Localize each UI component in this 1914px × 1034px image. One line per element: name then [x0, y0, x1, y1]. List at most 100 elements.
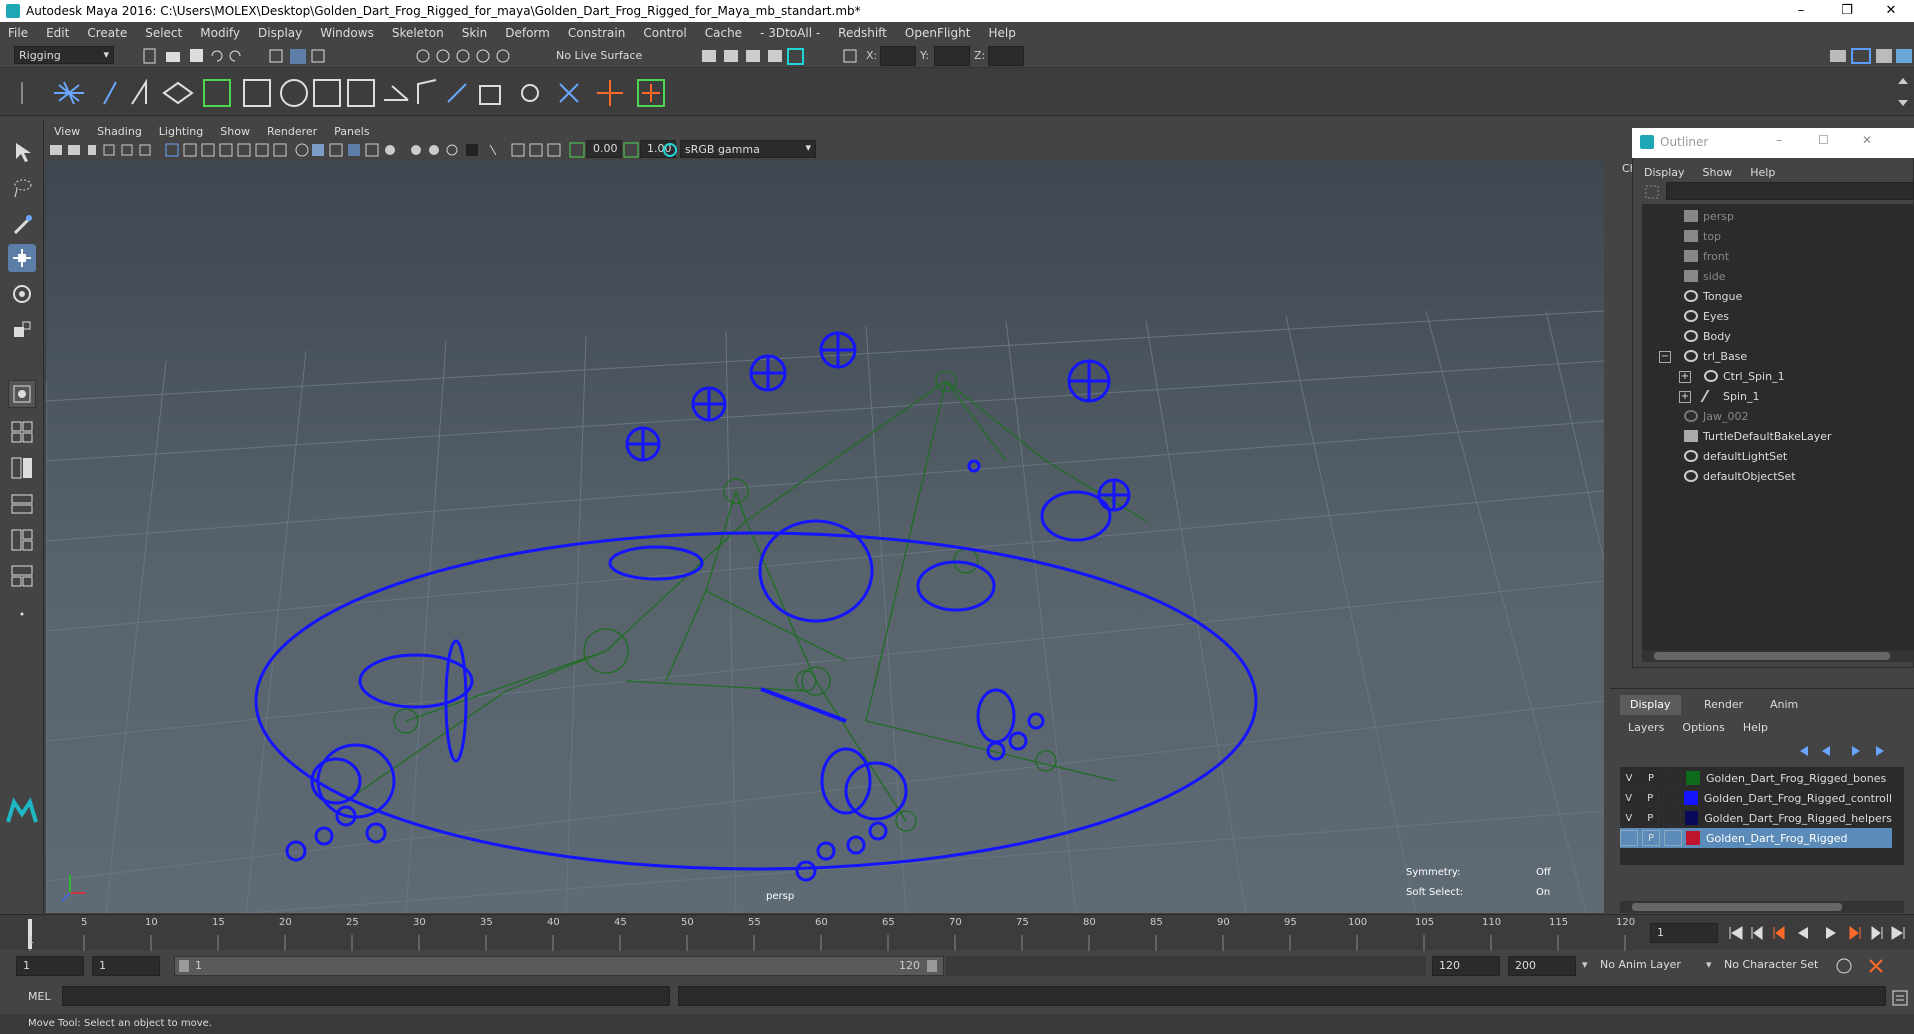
live-surface-label[interactable]: No Live Surface [556, 49, 642, 62]
outliner-horizontal-scrollbar[interactable] [1642, 650, 1914, 662]
layer-action-icons[interactable] [1796, 743, 1896, 759]
outliner-menu-show[interactable]: Show [1703, 166, 1733, 179]
layer-menu-layers[interactable]: Layers [1628, 721, 1664, 734]
outliner-menu-help[interactable]: Help [1750, 166, 1775, 179]
outliner-item-side[interactable]: side [1684, 267, 1726, 285]
scrollbar-thumb[interactable] [1632, 903, 1842, 911]
select-tool-button[interactable] [8, 138, 36, 166]
layer-color-swatch[interactable] [1684, 811, 1699, 825]
outliner-item-ctrl-spin-1[interactable]: Ctrl_Spin_1 [1704, 367, 1785, 385]
time-slider[interactable]: 1 5 10 15 20 25 30 35 40 45 50 55 60 65 … [0, 914, 1914, 951]
auto-key-icons[interactable] [1834, 956, 1910, 976]
outliner-close-button[interactable]: ✕ [1862, 133, 1872, 147]
menu-control[interactable]: Control [643, 26, 686, 40]
menu-create[interactable]: Create [87, 26, 127, 40]
playback-start-field[interactable]: 1 [92, 956, 160, 976]
outliner-item-eyes[interactable]: Eyes [1684, 307, 1729, 325]
y-field[interactable] [934, 46, 970, 66]
script-editor-icon[interactable] [1890, 988, 1910, 1008]
expand-toggle-icon[interactable]: + [1679, 391, 1691, 403]
workspace-icons[interactable] [1828, 46, 1914, 66]
panel-menu-renderer[interactable]: Renderer [267, 125, 317, 138]
current-frame-field[interactable]: 1 [1650, 923, 1718, 943]
lasso-tool-button[interactable] [8, 174, 36, 202]
tab-anim[interactable]: Anim [1760, 695, 1808, 715]
menu-skin[interactable]: Skin [462, 26, 488, 40]
menu-redshift[interactable]: Redshift [838, 26, 887, 40]
range-handle-right[interactable] [927, 960, 937, 972]
command-input[interactable] [62, 986, 670, 1006]
menu-3dtoall[interactable]: - 3DtoAll - [760, 26, 820, 40]
range-handle-left[interactable] [179, 960, 189, 972]
menu-windows[interactable]: Windows [320, 26, 374, 40]
playback-toggle[interactable]: P [1641, 810, 1660, 826]
layout-graph-button[interactable] [8, 526, 36, 554]
animation-end-field[interactable]: 200 [1508, 956, 1576, 976]
outliner-item-front[interactable]: front [1684, 247, 1729, 265]
display-type-toggle[interactable] [1663, 810, 1681, 826]
panel-menu-view[interactable]: View [54, 125, 80, 138]
outliner-item-turtle-bake-layer[interactable]: TurtleDefaultBakeLayer [1684, 427, 1832, 445]
outliner-filter-toggle[interactable] [1642, 182, 1664, 202]
menu-deform[interactable]: Deform [505, 26, 550, 40]
rigging-shelf-icons[interactable] [14, 76, 694, 110]
scrollbar-thumb[interactable] [1654, 652, 1890, 660]
z-field[interactable] [988, 46, 1024, 66]
menu-modify[interactable]: Modify [200, 26, 240, 40]
perspective-viewport[interactable]: persp Symmetry: Off Soft Select: On [46, 161, 1604, 913]
playback-end-field[interactable]: 120 [1432, 956, 1500, 976]
expand-toggle-icon[interactable]: + [1679, 371, 1691, 383]
menu-cache[interactable]: Cache [705, 26, 742, 40]
animation-start-field[interactable]: 1 [16, 956, 84, 976]
close-button[interactable]: ✕ [1868, 0, 1914, 22]
menu-edit[interactable]: Edit [46, 26, 69, 40]
shelf-scroll-icon[interactable] [1896, 74, 1910, 110]
layer-menu-options[interactable]: Options [1682, 721, 1724, 734]
panel-menu-panels[interactable]: Panels [334, 125, 369, 138]
menu-openflight[interactable]: OpenFlight [905, 26, 971, 40]
outliner-item-spin-1[interactable]: Spin_1 [1700, 387, 1760, 405]
outliner-item-jaw-002[interactable]: Jaw_002 [1684, 407, 1748, 425]
outliner-item-default-object-set[interactable]: defaultObjectSet [1684, 467, 1796, 485]
maximize-button[interactable]: ❐ [1824, 0, 1870, 22]
layer-color-swatch[interactable] [1686, 771, 1700, 785]
panel-menu-show[interactable]: Show [220, 125, 250, 138]
menu-constrain[interactable]: Constrain [568, 26, 626, 40]
visibility-toggle[interactable]: V [1620, 810, 1638, 826]
layer-color-swatch[interactable] [1684, 791, 1698, 805]
script-type-label[interactable]: MEL [28, 990, 51, 1003]
visibility-toggle[interactable] [1620, 830, 1638, 846]
visibility-toggle[interactable]: V [1620, 790, 1638, 806]
transform-input-icon[interactable] [842, 48, 858, 64]
playback-toggle[interactable]: P [1642, 770, 1660, 786]
layer-color-swatch[interactable] [1686, 831, 1700, 845]
menu-display[interactable]: Display [258, 26, 302, 40]
display-type-toggle[interactable] [1664, 830, 1682, 846]
outliner-item-body[interactable]: Body [1684, 327, 1731, 345]
collapse-toggle-icon[interactable]: − [1659, 351, 1671, 363]
tab-display[interactable]: Display [1620, 695, 1681, 715]
menu-skeleton[interactable]: Skeleton [392, 26, 444, 40]
panel-toolbar-icons[interactable] [48, 142, 678, 158]
layout-hypershade-button[interactable] [8, 562, 36, 590]
panel-menu-lighting[interactable]: Lighting [159, 125, 203, 138]
menu-select[interactable]: Select [145, 26, 182, 40]
character-set-dropdown[interactable]: No Character Set [1718, 956, 1830, 976]
exposure-field[interactable]: 0.00 [586, 140, 622, 158]
layer-row-mesh[interactable]: P Golden_Dart_Frog_Rigged [1620, 828, 1892, 848]
playback-toggle[interactable]: P [1641, 790, 1659, 806]
layer-row-bones[interactable]: V P Golden_Dart_Frog_Rigged_bones [1620, 768, 1892, 788]
rotate-tool-button[interactable] [8, 280, 36, 308]
paint-select-tool-button[interactable] [8, 210, 36, 238]
move-tool-button[interactable] [8, 244, 36, 272]
layout-single-button[interactable] [8, 380, 36, 408]
menu-file[interactable]: File [8, 26, 28, 40]
visibility-toggle[interactable]: V [1620, 770, 1638, 786]
layer-row-controllers[interactable]: V P Golden_Dart_Frog_Rigged_controll [1620, 788, 1892, 808]
outliner-search-field[interactable] [1666, 182, 1914, 200]
outliner-item-default-light-set[interactable]: defaultLightSet [1684, 447, 1787, 465]
display-type-toggle[interactable] [1664, 770, 1682, 786]
layer-scrollbar[interactable] [1620, 901, 1904, 913]
view-transform-dropdown[interactable]: sRGB gamma ▾ [680, 140, 816, 158]
anim-layer-dropdown[interactable]: No Anim Layer [1594, 956, 1704, 976]
